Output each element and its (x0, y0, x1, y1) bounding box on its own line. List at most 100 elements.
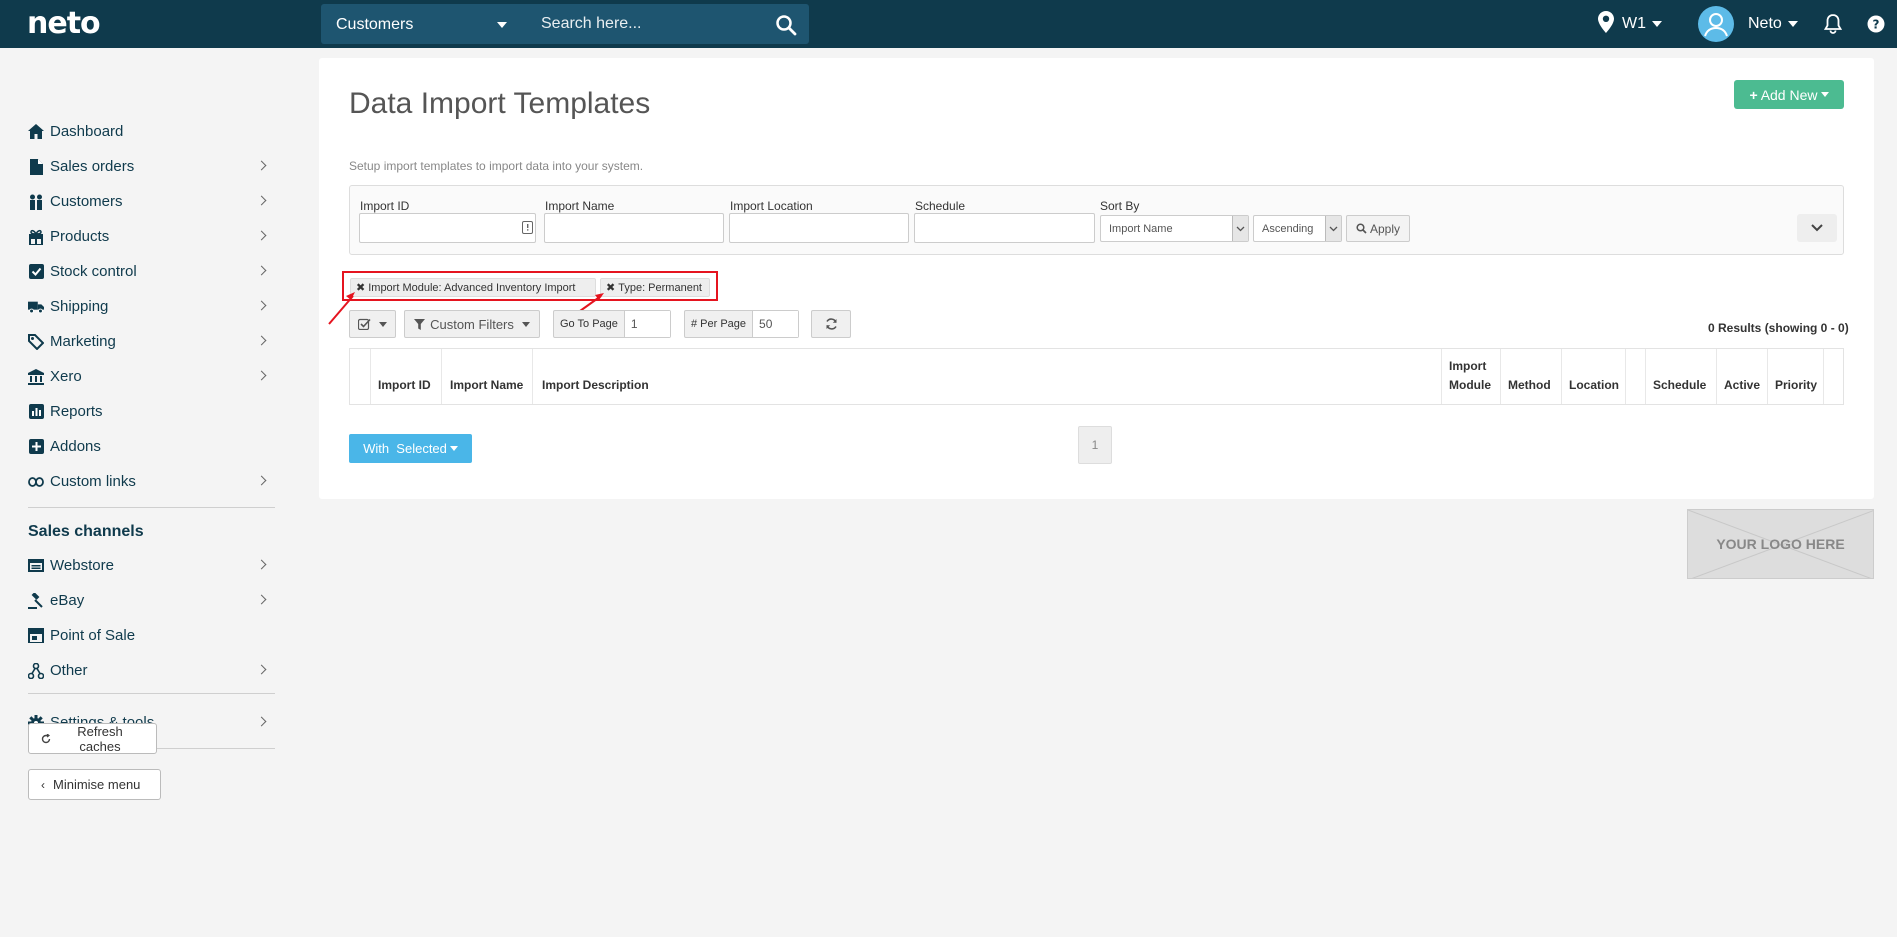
search-input[interactable] (521, 4, 761, 44)
column-header-active[interactable]: Active (1724, 376, 1760, 395)
apply-label: Apply (1369, 221, 1401, 236)
sidebar-item-reports[interactable]: Reports (28, 394, 275, 429)
bell-icon[interactable] (1824, 0, 1842, 48)
table-header: Import ID Import Name Import Description… (349, 348, 1844, 405)
sidebar-item-label: eBay (50, 592, 85, 609)
chevron-right-icon (256, 265, 267, 276)
location-selector[interactable]: W1 (1598, 0, 1662, 48)
chevron-right-icon (256, 594, 267, 605)
plus-square-icon (28, 439, 44, 455)
help-icon[interactable]: ? (1867, 0, 1885, 48)
column-header-location[interactable]: Location (1569, 376, 1619, 395)
column-divider (441, 349, 442, 404)
chevron-down-icon (1811, 224, 1823, 232)
gavel-icon (28, 592, 44, 609)
store-icon (28, 628, 44, 644)
go-to-page-input[interactable]: 1 (623, 311, 670, 337)
column-header-method[interactable]: Method (1508, 376, 1551, 395)
import-location-input[interactable] (729, 213, 909, 243)
window-icon (28, 558, 44, 574)
id-card-icon[interactable] (522, 221, 533, 234)
minimise-menu-button[interactable]: ‹ Minimise menu (28, 769, 161, 800)
sidebar-item-custom-links[interactable]: Custom links (28, 464, 275, 499)
chevron-down-icon (379, 321, 387, 327)
chevron-down-icon (1820, 92, 1829, 97)
refresh-button[interactable] (811, 310, 851, 338)
go-to-page-label: Go To Page (560, 318, 618, 330)
column-header-import-name[interactable]: Import Name (450, 376, 523, 395)
avatar (1698, 6, 1734, 42)
column-header-schedule[interactable]: Schedule (1653, 376, 1706, 395)
user-menu[interactable]: Neto (1698, 0, 1798, 48)
refresh-icon (41, 733, 51, 744)
column-header-priority[interactable]: Priority (1775, 376, 1817, 395)
bank-icon (28, 368, 44, 385)
sidebar-item-dashboard[interactable]: Dashboard (28, 114, 275, 149)
search-scope-label: Customers (336, 16, 414, 33)
import-id-input[interactable] (359, 213, 536, 243)
refresh-caches-button[interactable]: Refresh caches (28, 723, 157, 754)
sidebar-item-marketing[interactable]: Marketing (28, 324, 275, 359)
link-icon (28, 474, 44, 490)
sidebar-item-products[interactable]: Products (28, 219, 275, 254)
column-divider (1823, 349, 1824, 404)
sidebar-item-shipping[interactable]: Shipping (28, 289, 275, 324)
pagination-page[interactable]: 1 (1078, 426, 1112, 464)
sidebar-item-addons[interactable]: Addons (28, 429, 275, 464)
sort-by-select[interactable]: Import Name (1100, 215, 1249, 242)
page-subtitle: Setup import templates to import data in… (349, 159, 644, 173)
sidebar-divider (28, 693, 275, 694)
custom-filters-label: Custom Filters (430, 316, 514, 332)
sidebar-item-label: Custom links (50, 473, 136, 490)
column-divider (1441, 349, 1442, 404)
truck-icon (28, 299, 44, 315)
sidebar-item-stock-control[interactable]: Stock control (28, 254, 275, 289)
column-divider (1561, 349, 1562, 404)
import-name-input[interactable] (544, 213, 724, 243)
document-icon (28, 158, 44, 175)
chevron-right-icon (256, 716, 267, 727)
column-divider (1767, 349, 1768, 404)
per-page-input[interactable]: 50 (752, 311, 798, 337)
sidebar-item-label: Webstore (50, 557, 114, 574)
check-square-icon (358, 318, 371, 330)
gift-icon (28, 229, 44, 245)
sort-order-select[interactable]: Ascending (1253, 215, 1342, 242)
expand-filters-button[interactable] (1797, 214, 1837, 242)
chevron-right-icon (256, 230, 267, 241)
sidebar-item-customers[interactable]: Customers (28, 184, 275, 219)
sidebar-item-ebay[interactable]: eBay (28, 583, 275, 618)
page-title: Data Import Templates (349, 87, 651, 120)
sidebar-item-label: Customers (50, 193, 123, 210)
neto-logo[interactable]: neto (27, 6, 101, 41)
column-header-import-module[interactable]: Import Module (1449, 357, 1497, 395)
with-selected-label: With Selected (363, 441, 447, 456)
sort-order-value: Ascending (1262, 222, 1314, 235)
sidebar-item-xero[interactable]: Xero (28, 359, 275, 394)
chevron-down-icon (497, 22, 507, 28)
custom-filters-dropdown[interactable]: Custom Filters (404, 310, 540, 338)
import-id-label: Import ID (360, 199, 410, 213)
sidebar-item-webstore[interactable]: Webstore (28, 548, 275, 583)
per-page-control: # Per Page 50 (684, 310, 799, 338)
search-icon[interactable] (775, 14, 797, 36)
column-divider (1500, 349, 1501, 404)
search-icon (1356, 223, 1367, 234)
sidebar-item-sales-orders[interactable]: Sales orders (28, 149, 275, 184)
sidebar-item-label: Dashboard (50, 123, 124, 140)
sidebar-item-other[interactable]: Other (28, 653, 275, 688)
apply-button[interactable]: Apply (1346, 215, 1410, 242)
schedule-input[interactable] (914, 213, 1095, 243)
column-divider (1645, 349, 1646, 404)
add-new-button[interactable]: + Add New (1734, 80, 1844, 109)
sidebar-divider (28, 507, 275, 508)
map-pin-icon (1598, 10, 1614, 38)
results-count: 0 Results (showing 0 - 0) (1708, 321, 1849, 335)
chevron-down-icon (1787, 21, 1798, 27)
column-header-import-description[interactable]: Import Description (542, 376, 649, 395)
with-selected-button[interactable]: With Selected (349, 434, 472, 463)
column-header-import-id[interactable]: Import ID (378, 376, 431, 395)
search-scope-select[interactable]: Customers (321, 4, 521, 44)
sidebar-item-point-of-sale[interactable]: Point of Sale (28, 618, 275, 653)
bulk-select-dropdown[interactable] (349, 310, 396, 338)
